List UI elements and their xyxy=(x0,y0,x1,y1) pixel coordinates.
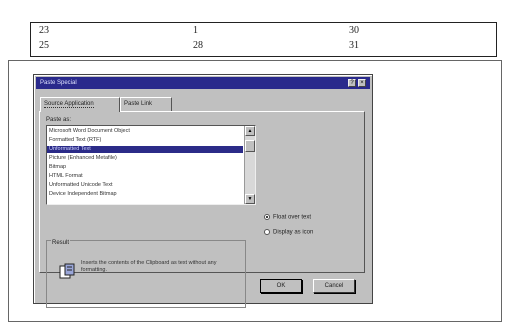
scroll-up-button[interactable]: ▲ xyxy=(245,126,255,136)
scroll-down-button[interactable]: ▼ xyxy=(245,194,255,204)
radio-dot[interactable] xyxy=(264,214,270,220)
list-item[interactable]: Device Independent Bitmap xyxy=(49,191,239,198)
cancel-button[interactable]: Cancel xyxy=(313,279,355,293)
list-item[interactable]: Picture (Enhanced Metafile) xyxy=(49,155,239,162)
close-button[interactable]: × xyxy=(358,79,366,87)
ok-button[interactable]: OK xyxy=(260,279,302,293)
list-item[interactable]: Microsoft Word Document Object xyxy=(49,128,239,135)
float-over-text-option[interactable]: Float over text xyxy=(264,214,311,221)
list-scrollbar[interactable]: ▲ ▼ xyxy=(244,126,255,204)
scroll-thumb[interactable] xyxy=(245,140,255,152)
table-row: 25 28 31 xyxy=(31,40,496,56)
list-item[interactable]: Bitmap xyxy=(49,164,239,171)
clipboard-result-icon xyxy=(59,263,75,279)
tab-label: Paste Link xyxy=(124,101,153,107)
document-table: 23 1 30 25 28 31 xyxy=(30,22,497,57)
help-button[interactable]: ? xyxy=(348,79,356,87)
checkbox-box[interactable] xyxy=(264,229,270,235)
paste-as-label: Paste as: xyxy=(46,117,72,123)
table-cell: 25 xyxy=(39,40,49,51)
tab-source-application[interactable]: Source Application xyxy=(40,97,120,112)
option-label: Display as icon xyxy=(273,229,314,236)
paste-special-dialog: Paste Special ? × Source Application Pas… xyxy=(33,74,373,308)
table-cell: 1 xyxy=(193,25,198,36)
paste-as-listbox[interactable]: Microsoft Word Document Object Formatted … xyxy=(46,125,256,205)
table-cell: 31 xyxy=(349,40,359,51)
result-label: Result xyxy=(51,240,71,246)
dialog-titlebar[interactable]: Paste Special ? × xyxy=(36,77,370,89)
result-group: Result Inserts the contents of the Clipb… xyxy=(46,240,246,308)
table-row: 23 1 30 xyxy=(31,25,496,41)
dialog-title: Paste Special xyxy=(40,80,77,86)
list-item[interactable]: Unformatted Unicode Text xyxy=(49,182,239,189)
display-as-icon-option[interactable]: Display as icon xyxy=(264,229,313,236)
tab-label: Source Application xyxy=(44,101,94,108)
tab-paste-link[interactable]: Paste Link xyxy=(120,97,172,111)
result-text: Inserts the contents of the Clipboard as… xyxy=(81,260,217,273)
list-item[interactable]: HTML Format xyxy=(49,173,239,180)
list-item[interactable]: Formatted Text (RTF) xyxy=(49,137,239,144)
tab-panel: Paste as: Microsoft Word Document Object… xyxy=(39,111,365,308)
list-item[interactable]: Unformatted Text xyxy=(47,146,243,153)
table-cell: 28 xyxy=(193,40,203,51)
table-cell: 23 xyxy=(39,25,49,36)
option-label: Float over text xyxy=(273,214,312,221)
table-cell: 30 xyxy=(349,25,359,36)
